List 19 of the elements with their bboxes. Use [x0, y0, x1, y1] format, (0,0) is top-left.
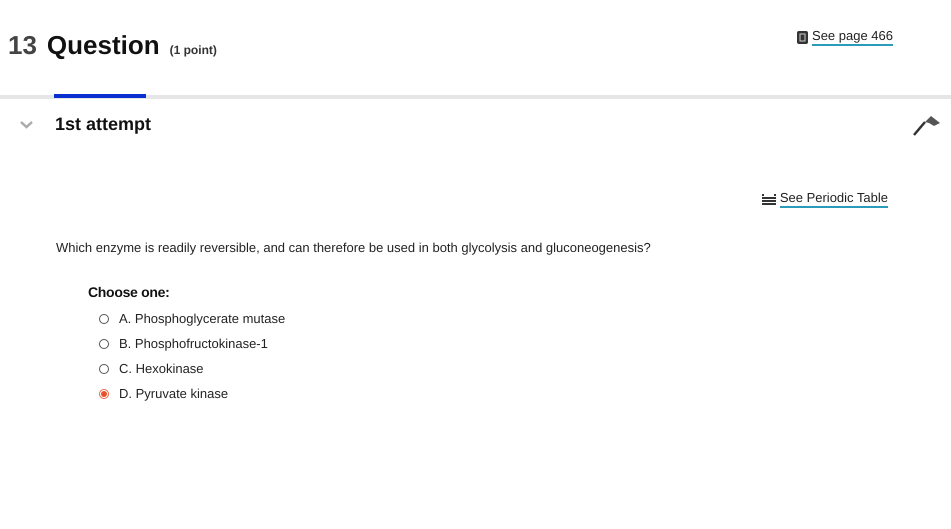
- option-label[interactable]: C. Hexokinase: [119, 358, 204, 378]
- ebook-icon: [797, 30, 808, 44]
- question-title: Question: [46, 29, 160, 62]
- radio-button[interactable]: [99, 338, 109, 348]
- attempt-tab[interactable]: 1st attempt: [55, 111, 152, 138]
- page-link[interactable]: See page 466: [812, 28, 893, 46]
- question-number: 13: [8, 29, 37, 62]
- points-label: (1 point): [170, 42, 217, 59]
- periodic-table-link[interactable]: See Periodic Table: [780, 190, 888, 208]
- option-label[interactable]: D. Pyruvate kinase: [119, 384, 228, 404]
- radio-button[interactable]: [99, 314, 109, 324]
- choose-label: Choose one:: [88, 282, 170, 302]
- radio-button[interactable]: [99, 388, 109, 398]
- option-label[interactable]: B. Phosphofructokinase-1: [119, 334, 268, 354]
- option-label[interactable]: A. Phosphoglycerate mutase: [119, 308, 286, 328]
- question-text: Which enzyme is readily reversible, and can therefore be used in both glycolysis and gluconeogenesis?: [56, 239, 652, 257]
- flag-icon[interactable]: [913, 114, 941, 136]
- periodic-table-icon: [762, 194, 776, 204]
- radio-button[interactable]: [99, 364, 109, 374]
